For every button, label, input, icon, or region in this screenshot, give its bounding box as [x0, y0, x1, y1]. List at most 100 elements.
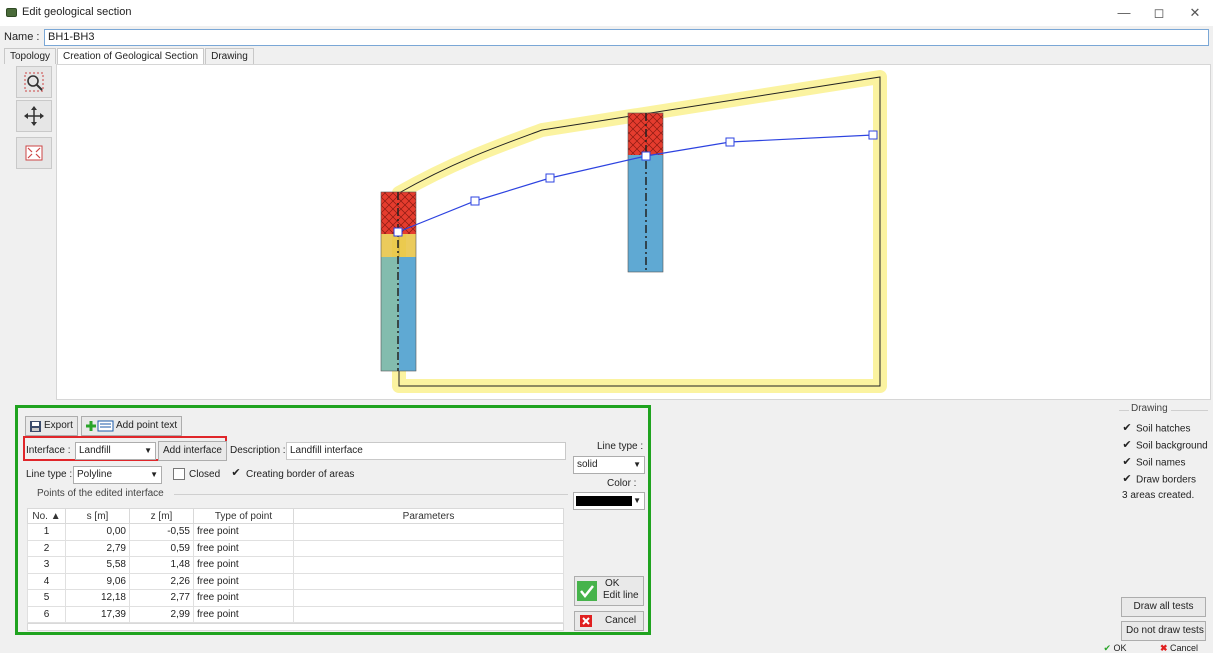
cell-z: 1,48 — [129, 556, 194, 574]
interface-point[interactable] — [725, 137, 735, 147]
interface-point[interactable] — [868, 130, 878, 140]
cell-z: 0,59 — [129, 539, 194, 557]
table-row[interactable]: 6 17,39 2,99 free point — [27, 605, 564, 623]
fit-icon — [25, 145, 43, 161]
zoom-tool-button[interactable] — [16, 66, 52, 98]
chevron-down-icon: ▼ — [633, 460, 641, 469]
borehole-left — [380, 191, 417, 372]
description-input[interactable]: Landfill interface — [286, 442, 566, 460]
closed-label: Closed — [189, 469, 221, 480]
border-label: Creating border of areas — [246, 469, 355, 480]
dialog-ok-button[interactable]: ✔ OK — [1092, 643, 1138, 653]
table-row[interactable]: 3 5,58 1,48 free point — [27, 556, 564, 574]
cell-type: free point — [193, 572, 294, 590]
drawing-canvas[interactable] — [56, 64, 1211, 400]
color-select[interactable]: ▼ — [573, 492, 645, 510]
edit-line-label: Edit line — [603, 590, 639, 601]
edit-geological-section-window: Edit geological section — ◻ ✕ Name : BH1… — [0, 0, 1213, 653]
panel-cancel-label: Cancel — [605, 615, 637, 626]
cell-params — [293, 523, 564, 541]
interface-value: Landfill — [79, 445, 111, 456]
interface-point[interactable] — [641, 151, 651, 161]
draw-borders-checkbox[interactable]: ✔ — [1122, 474, 1132, 486]
table-row[interactable]: 4 9,06 2,26 free point — [27, 572, 564, 590]
cell-s: 0,00 — [65, 523, 130, 541]
fit-view-button[interactable] — [16, 137, 52, 169]
table-row[interactable]: 1 0,00 -0,55 free point — [27, 523, 564, 541]
pan-icon — [24, 106, 44, 126]
soil-background-option[interactable]: ✔ Soil background — [1122, 440, 1207, 452]
geological-section-drawing — [380, 70, 887, 393]
cell-params — [293, 605, 564, 623]
line-style-select[interactable]: solid ▼ — [573, 456, 645, 474]
cell-params — [293, 556, 564, 574]
dialog-cancel-label: Cancel — [1170, 643, 1199, 653]
draw-all-tests-button[interactable]: Draw all tests — [1121, 597, 1206, 617]
col-header-s[interactable]: s [m] — [65, 508, 130, 524]
cell-type: free point — [193, 589, 294, 607]
col-header-no[interactable]: No. ▲ — [27, 508, 66, 524]
maximize-button[interactable]: ◻ — [1145, 4, 1173, 22]
interface-select[interactable]: Landfill ▼ — [75, 442, 156, 460]
soil-background-checkbox[interactable]: ✔ — [1122, 440, 1132, 452]
col-header-type[interactable]: Type of point — [193, 508, 294, 524]
soil-names-checkbox[interactable]: ✔ — [1122, 457, 1132, 469]
table-row[interactable]: 2 2,79 0,59 free point — [27, 539, 564, 557]
pan-tool-button[interactable] — [16, 100, 52, 132]
export-button[interactable]: Export — [25, 416, 78, 436]
group-divider — [174, 494, 568, 495]
zoom-icon — [24, 72, 44, 92]
soil-hatches-checkbox[interactable]: ✔ — [1122, 423, 1132, 435]
interface-edit-panel: Export Add point text Interface : Landfi… — [15, 405, 651, 635]
ok-edit-line-button[interactable]: OK Edit line — [574, 576, 644, 606]
cell-no: 1 — [27, 523, 66, 541]
tab-drawing[interactable]: Drawing — [205, 48, 254, 64]
border-checkbox[interactable]: ✔ — [230, 468, 242, 480]
table-header-row: No. ▲ s [m] z [m] Type of point Paramete… — [27, 508, 564, 524]
do-not-draw-tests-button[interactable]: Do not draw tests — [1121, 621, 1206, 641]
closed-checkbox[interactable] — [173, 468, 185, 480]
cell-s: 17,39 — [65, 605, 130, 623]
line-type-select[interactable]: Polyline ▼ — [73, 466, 162, 484]
tab-creation-of-geological-section[interactable]: Creation of Geological Section — [57, 48, 205, 64]
draw-borders-label: Draw borders — [1136, 474, 1197, 486]
col-header-z[interactable]: z [m] — [129, 508, 194, 524]
group-divider — [1119, 410, 1129, 411]
cancel-x-icon — [580, 615, 592, 627]
cell-s: 9,06 — [65, 572, 130, 590]
name-label: Name : — [4, 31, 40, 43]
add-point-text-icon — [86, 420, 114, 432]
soil-hatches-option[interactable]: ✔ Soil hatches — [1122, 423, 1190, 435]
cell-no: 2 — [27, 539, 66, 557]
interface-point[interactable] — [393, 227, 403, 237]
col-header-parameters[interactable]: Parameters — [293, 508, 564, 524]
points-table: No. ▲ s [m] z [m] Type of point Paramete… — [27, 508, 564, 623]
add-interface-button[interactable]: Add interface — [158, 441, 227, 461]
add-point-text-button[interactable]: Add point text — [81, 416, 183, 436]
cell-type: free point — [193, 523, 294, 541]
cell-s: 12,18 — [65, 589, 130, 607]
table-row[interactable]: 5 12,18 2,77 free point — [27, 589, 564, 607]
name-input[interactable]: BH1-BH3 — [44, 29, 1209, 46]
cell-z: -0,55 — [129, 523, 194, 541]
interface-label: Interface : — [26, 445, 71, 456]
panel-cancel-button[interactable]: Cancel — [574, 611, 644, 631]
cell-params — [293, 572, 564, 590]
interface-point[interactable] — [470, 196, 480, 206]
minimize-button[interactable]: — — [1110, 4, 1138, 22]
table-scrollbar[interactable] — [27, 623, 564, 631]
cell-z: 2,26 — [129, 572, 194, 590]
cell-no: 5 — [27, 589, 66, 607]
dialog-ok-label: OK — [1113, 643, 1127, 653]
draw-borders-option[interactable]: ✔ Draw borders — [1122, 474, 1196, 486]
soil-names-option[interactable]: ✔ Soil names — [1122, 457, 1185, 469]
export-icon — [30, 421, 41, 432]
cell-type: free point — [193, 556, 294, 574]
interface-point[interactable] — [545, 173, 555, 183]
points-group-label: Points of the edited interface — [37, 488, 164, 499]
close-button[interactable]: ✕ — [1181, 4, 1209, 22]
cell-z: 2,77 — [129, 589, 194, 607]
tab-topology[interactable]: Topology — [4, 48, 57, 64]
dialog-cancel-button[interactable]: ✖ Cancel — [1150, 643, 1208, 653]
tab-bar: Topology Creation of Geological Section … — [4, 48, 255, 64]
